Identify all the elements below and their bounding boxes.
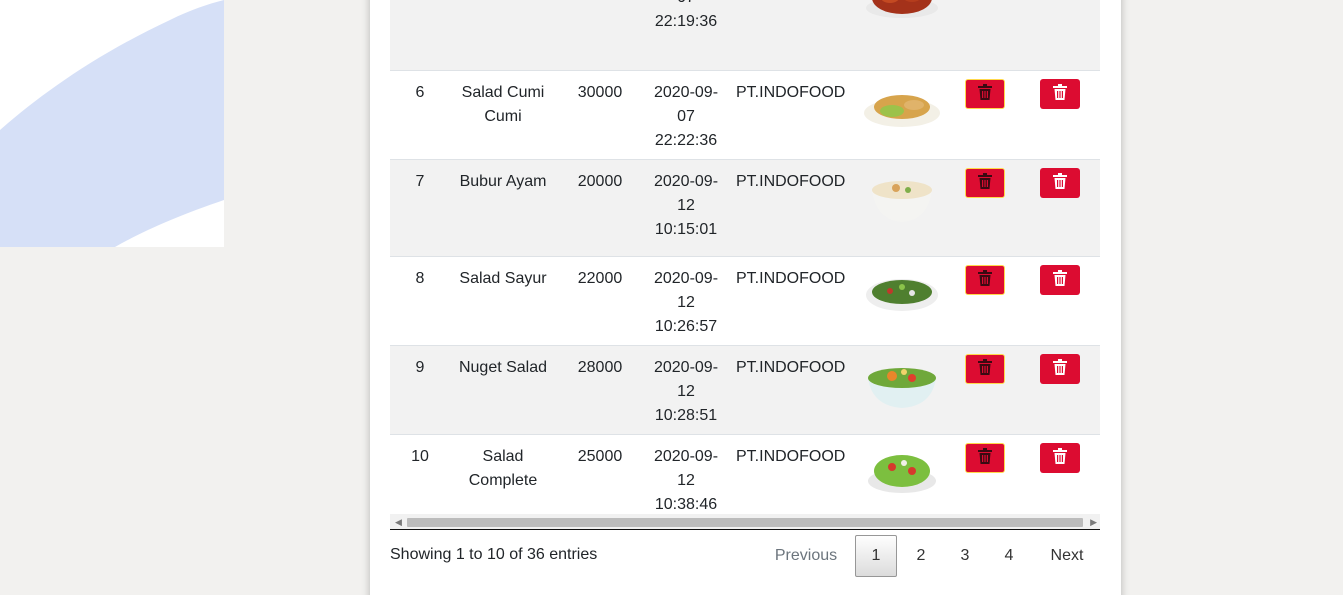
date-line: 10:38:46 bbox=[654, 496, 718, 513]
date-line: 07 bbox=[648, 0, 724, 10]
date-line: 10:15:01 bbox=[654, 221, 718, 238]
table-row: 9 Nuget Salad 28000 2020-09- 12 10:28:51 PT.IN… bbox=[390, 345, 1100, 434]
date-line: 10:28:51 bbox=[654, 407, 718, 424]
row-number: 8 bbox=[415, 270, 425, 287]
product-price: 25000 bbox=[577, 448, 623, 465]
date-line: 10:26:57 bbox=[654, 318, 718, 335]
delete-button[interactable] bbox=[965, 168, 1005, 198]
product-date: 2020-09- 12 10:38:46 bbox=[648, 445, 724, 514]
product-date: 2020-09- 12 10:26:57 bbox=[648, 267, 724, 339]
date-line: 22:19:36 bbox=[654, 13, 718, 30]
pagination-page-2[interactable]: 2 bbox=[900, 535, 942, 577]
product-image bbox=[862, 77, 942, 135]
scroll-right-icon[interactable]: ▶ bbox=[1090, 517, 1097, 527]
delete-button[interactable] bbox=[965, 79, 1005, 109]
entries-info: Showing 1 to 10 of 36 entries bbox=[390, 546, 598, 563]
product-name: Salad Complete bbox=[468, 448, 538, 489]
background-decoration bbox=[0, 0, 224, 247]
delete-button[interactable] bbox=[1040, 354, 1080, 384]
trash-icon bbox=[978, 269, 992, 291]
product-date: 07 22:19:36 bbox=[648, 0, 724, 34]
trash-icon bbox=[978, 447, 992, 469]
delete-button[interactable] bbox=[965, 354, 1005, 384]
table-row: 07 22:19:36 bbox=[390, 0, 1100, 70]
product-date: 2020-09- 07 22:22:36 bbox=[648, 81, 724, 153]
date-line: 2020-09- bbox=[653, 448, 719, 465]
table-row: 8 Salad Sayur 22000 2020-09- 12 10:26:57 PT.IN… bbox=[390, 256, 1100, 345]
product-date: 2020-09- 12 10:15:01 bbox=[648, 170, 724, 242]
date-line: 12 bbox=[677, 197, 695, 214]
row-number: 10 bbox=[411, 448, 429, 465]
table-row: 7 Bubur Ayam 20000 2020-09- 12 10:15:01 PT.IND… bbox=[390, 159, 1100, 256]
supplier-name: PT.INDOFOOD bbox=[736, 270, 846, 287]
product-price: 20000 bbox=[577, 173, 623, 190]
product-image bbox=[862, 441, 942, 499]
supplier-name: PT.INDOFOOD bbox=[736, 173, 846, 190]
horizontal-scrollbar[interactable]: ◀ ▶ bbox=[390, 514, 1100, 530]
trash-icon bbox=[1053, 172, 1067, 194]
supplier-name: PT.INDOFOOD bbox=[736, 84, 846, 101]
product-name: Nuget Salad bbox=[458, 359, 548, 376]
date-line: 12 bbox=[677, 383, 695, 400]
product-table: 07 22:19:36 6 Salad Cumi Cumi 30000 2020-09- 0… bbox=[390, 0, 1100, 514]
product-image bbox=[862, 352, 942, 410]
product-name: Bubur Ayam bbox=[459, 173, 547, 190]
date-line: 12 bbox=[677, 294, 695, 311]
product-table-card: 07 22:19:36 6 Salad Cumi Cumi 30000 2020-09- 0… bbox=[370, 0, 1121, 595]
table-row: 10 Salad Complete 25000 2020-09- 12 10:38:46 P… bbox=[390, 434, 1100, 514]
product-name: Salad Sayur bbox=[459, 270, 547, 287]
row-number: 7 bbox=[415, 173, 425, 190]
trash-icon bbox=[978, 83, 992, 105]
delete-button[interactable] bbox=[965, 265, 1005, 295]
date-line: 07 bbox=[677, 108, 695, 125]
product-price: 30000 bbox=[577, 84, 623, 101]
product-price: 22000 bbox=[577, 270, 623, 287]
trash-icon bbox=[1053, 83, 1067, 105]
product-image bbox=[862, 166, 942, 224]
trash-icon bbox=[978, 172, 992, 194]
date-line: 2020-09- bbox=[653, 359, 719, 376]
trash-icon bbox=[1053, 447, 1067, 469]
date-line: 2020-09- bbox=[653, 173, 719, 190]
row-number: 6 bbox=[415, 84, 425, 101]
scroll-left-icon[interactable]: ◀ bbox=[395, 517, 402, 527]
delete-button[interactable] bbox=[1040, 265, 1080, 295]
product-image bbox=[862, 0, 942, 26]
table-row: 6 Salad Cumi Cumi 30000 2020-09- 07 22:22:36 P… bbox=[390, 70, 1100, 159]
delete-button[interactable] bbox=[965, 443, 1005, 473]
trash-icon bbox=[1053, 358, 1067, 380]
product-date: 2020-09- 12 10:28:51 bbox=[648, 356, 724, 428]
pagination-previous[interactable]: Previous bbox=[760, 535, 852, 577]
product-image bbox=[862, 263, 942, 321]
pagination-page-4[interactable]: 4 bbox=[988, 535, 1030, 577]
delete-button[interactable] bbox=[1040, 168, 1080, 198]
date-line: 12 bbox=[677, 472, 695, 489]
date-line: 2020-09- bbox=[653, 270, 719, 287]
product-price: 28000 bbox=[577, 359, 623, 376]
trash-icon bbox=[978, 358, 992, 380]
trash-icon bbox=[1053, 269, 1067, 291]
pagination-next[interactable]: Next bbox=[1034, 535, 1100, 577]
date-line: 22:22:36 bbox=[654, 132, 718, 149]
delete-button[interactable] bbox=[1040, 443, 1080, 473]
date-line: 2020-09- bbox=[653, 84, 719, 101]
supplier-name: PT.INDOFOOD bbox=[736, 359, 846, 376]
pagination-page-1[interactable]: 1 bbox=[855, 535, 897, 577]
supplier-name: PT.INDOFOOD bbox=[736, 448, 846, 465]
product-name: Salad Cumi Cumi bbox=[461, 84, 545, 125]
pagination-page-3[interactable]: 3 bbox=[944, 535, 986, 577]
delete-button[interactable] bbox=[1040, 79, 1080, 109]
scrollbar-thumb[interactable] bbox=[407, 518, 1083, 527]
row-number: 9 bbox=[415, 359, 425, 376]
